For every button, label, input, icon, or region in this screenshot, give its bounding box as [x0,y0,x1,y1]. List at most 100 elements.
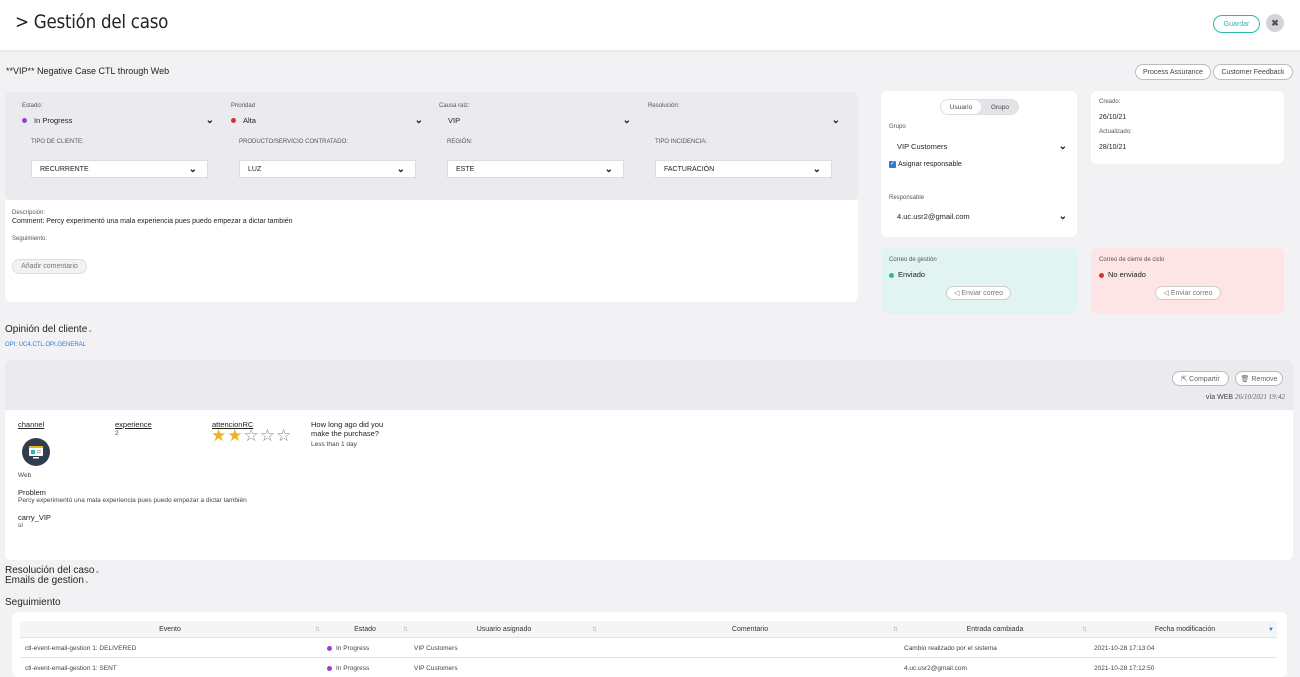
assign-responsable-checkbox[interactable]: ✓ Asignar responsable [889,161,962,168]
via-label: vía WEB [1205,394,1234,401]
creado-value: 26/10/21 [1099,114,1127,121]
estado-label: Estado: [22,103,43,109]
star-empty-icon: ☆ [259,426,275,445]
process-assurance-button[interactable]: Process Assurance [1135,64,1211,80]
producto-label: PRODUCTO/SERVICIO CONTRATADO: [239,139,348,145]
toggle-grupo[interactable]: Grupo [982,100,1018,114]
responsable-label: Responsable [889,195,925,201]
opinion-heading[interactable]: Opinión del cliente⌄ [5,324,93,335]
save-button[interactable]: Guardar [1213,15,1260,33]
creado-label: Creado: [1099,99,1121,105]
col-header-comentario[interactable]: Comentario [600,626,900,633]
region-label: REGIÓN: [447,139,473,145]
col-header-fecha[interactable]: Fecha modificación [1090,626,1280,633]
atencion-star-rating: ★ ★ ☆ ☆ ☆ [211,427,291,444]
status-dot-icon [22,118,27,124]
causa-value: VIP [448,115,461,125]
status-dot-icon [889,272,894,278]
remove-button[interactable]: 🗑 Remove [1235,371,1283,386]
incidencia-select[interactable]: FACTURACIÓN ⌄ [655,160,832,178]
description-panel [5,200,858,302]
chevron-down-icon: ⌄ [622,114,631,126]
status-dot-icon [1099,272,1104,278]
opi-link[interactable]: OPI: UC4.CTL.OPI.GENERAL [5,342,86,348]
purchase-question: How long ago did you make the purchase? [311,420,383,438]
row-estado: In Progress [327,665,369,672]
col-header-evento[interactable]: Evento [20,626,320,633]
chevron-down-icon: ⌄ [94,568,101,575]
producto-select[interactable]: LUZ ⌄ [239,160,416,178]
row-evento: ctl-event-email-gestion 1: DELIVERED [25,645,137,652]
mail-gestion-label: Correo de gestión [889,257,937,263]
send-mail-cierre-button[interactable]: ◁ Enviar correo [1155,286,1221,300]
opinion-body-panel [5,410,1293,560]
resolucion-select[interactable]: ⌄ [648,114,840,126]
col-header-usuario[interactable]: Usuario asignado [410,626,598,633]
via-source: vía WEB 26/10/2021 19:42 [1196,393,1285,401]
table-row[interactable] [20,640,1277,658]
sort-icon[interactable]: ⇅ [1082,626,1087,633]
producto-value: LUZ [248,165,262,173]
star-empty-icon: ☆ [276,426,292,445]
resolucion-label: Resolución: [648,103,680,109]
share-button[interactable]: ⇱ Compartir [1172,371,1229,386]
sort-icon[interactable]: ⇅ [315,626,320,633]
add-comment-button[interactable]: Añadir comentario [12,259,87,274]
toggle-usuario[interactable]: Usuario [941,100,981,114]
mail-cierre-status: No enviado [1099,270,1146,279]
incidencia-value: FACTURACIÓN [664,165,715,173]
row-entrada: Cambio realizado por el sistema [904,645,997,652]
table-row[interactable] [20,658,1277,676]
mail-gestion-status-text: Enviado [898,270,926,279]
mail-cierre-label: Correo de cierre de ciclo [1099,257,1165,263]
row-usuario: VIP Customers [414,645,458,652]
purchase-question-line2: make the purchase? [311,429,379,438]
checkbox-checked-icon: ✓ [889,161,896,168]
region-select[interactable]: ESTE ⌄ [447,160,624,178]
purchase-question-line1: How long ago did you [311,420,384,429]
row-estado-text: In Progress [336,665,370,672]
grupo-label: Grupo [889,124,906,130]
row-estado: In Progress [327,645,369,652]
grupo-value: VIP Customers [897,141,948,151]
col-header-estado[interactable]: Estado [325,626,405,633]
tipo-cliente-select[interactable]: RECURRENTE ⌄ [31,160,208,178]
estado-select[interactable]: In Progress ⌄ [22,114,214,126]
incidencia-label: TIPO INCIDENCIA: [655,139,708,145]
send-mail-gestion-button[interactable]: ◁ Enviar correo [946,286,1011,300]
sort-desc-icon[interactable]: ▼ [1268,627,1274,633]
chevron-down-icon: ⌄ [831,114,840,126]
page-title: > Gestión del caso [15,11,169,33]
prioridad-select[interactable]: Alta ⌄ [231,114,423,126]
sort-icon[interactable]: ⇅ [592,626,597,633]
tipo-cliente-value: RECURRENTE [40,165,89,173]
grupo-select[interactable]: VIP Customers ⌄ [897,140,1067,152]
seguimiento-label: Seguimiento: [12,236,48,242]
row-estado-text: In Progress [336,645,370,652]
web-channel-icon [22,438,50,466]
col-header-entrada[interactable]: Entrada cambiada [900,626,1090,633]
close-icon[interactable]: ✖ [1266,14,1284,32]
star-filled-icon: ★ [211,426,227,445]
sort-icon[interactable]: ⇅ [893,626,898,633]
star-empty-icon: ☆ [243,426,259,445]
customer-feedback-button[interactable]: Customer Feedback [1213,64,1293,80]
experience-value: 2 [115,430,119,437]
responsable-select[interactable]: 4.uc.usr2@gmail.com ⌄ [897,210,1067,222]
problem-label: Problem [18,488,46,497]
chevron-down-icon: ⌄ [396,163,405,175]
emails-heading[interactable]: Emails de gestion⌄ [5,575,90,586]
tipo-cliente-label: TIPO DE CLIENTE: [31,139,84,145]
sort-icon[interactable]: ⇅ [403,626,408,633]
causa-select[interactable]: VIP ⌄ [439,114,631,126]
checkbox-label: Asignar responsable [898,161,962,168]
chevron-down-icon: ⌄ [205,114,214,126]
row-usuario: VIP Customers [414,665,458,672]
chevron-down-icon: ⌄ [1058,140,1067,152]
row-entrada: 4.uc.usr2@gmail.com [904,665,967,672]
opinion-header-panel [5,360,1293,410]
responsable-value: 4.uc.usr2@gmail.com [897,211,970,221]
experience-label: experience [115,420,152,429]
case-fields-panel [5,92,858,200]
status-dot-icon [327,665,332,671]
